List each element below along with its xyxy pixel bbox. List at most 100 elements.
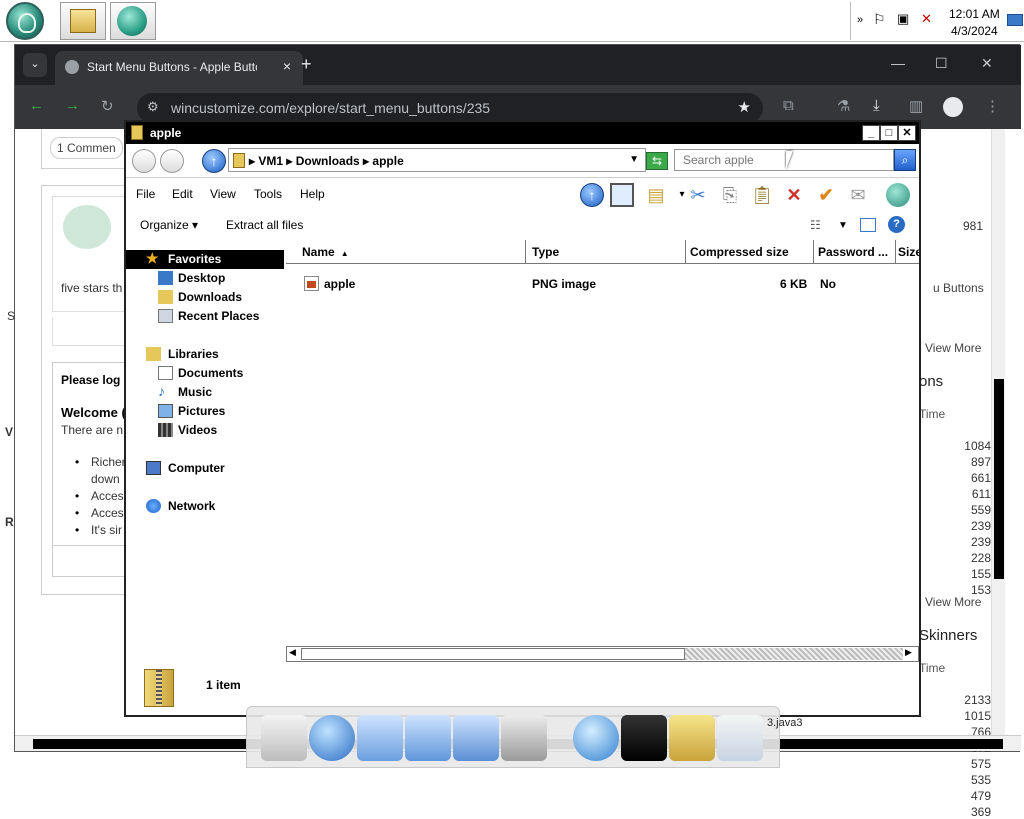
menu-help[interactable]: Help <box>300 187 325 201</box>
globe-icon[interactable] <box>886 183 910 207</box>
nav-downloads[interactable]: Downloads <box>126 288 284 307</box>
forward-icon[interactable]: → <box>65 97 80 114</box>
new-tab-icon[interactable]: + <box>301 54 312 75</box>
view-more-link[interactable]: View More <box>925 341 981 355</box>
page-vertical-scrollbar[interactable] <box>991 129 1005 735</box>
maximize-icon[interactable]: ☐ <box>935 55 948 72</box>
taskbar-browser-button[interactable] <box>110 2 156 40</box>
nav-desktop[interactable]: Desktop <box>126 269 284 288</box>
extensions-icon[interactable]: ⧉ <box>783 97 794 114</box>
column-type[interactable]: Type <box>526 240 686 264</box>
taskbar-explorer-button[interactable] <box>60 2 106 40</box>
back-button[interactable] <box>132 149 156 173</box>
dock-recycle-bin-icon[interactable] <box>717 715 763 761</box>
bookmark-star-icon[interactable]: ★ <box>738 98 751 116</box>
scroll-track[interactable] <box>685 648 903 660</box>
preview-pane-icon[interactable] <box>610 183 634 207</box>
mail-icon[interactable]: ✉ <box>846 183 870 207</box>
clock-time[interactable]: 12:01 AM <box>949 7 1000 21</box>
table-row[interactable]: apple PNG image 6 KB No <box>286 274 919 294</box>
close-button[interactable]: ✕ <box>898 125 916 141</box>
up-arrow-icon[interactable]: ↑ <box>580 183 604 207</box>
organize-button[interactable]: Organize ▾ <box>140 218 198 232</box>
dock-network-globe-icon[interactable] <box>573 715 619 761</box>
preview-pane-icon[interactable] <box>860 218 876 232</box>
reload-icon[interactable]: ↻ <box>101 97 114 115</box>
side-panel-icon[interactable]: ▥ <box>909 97 923 115</box>
scroll-thumb[interactable] <box>994 379 1004 579</box>
nav-network[interactable]: Network <box>126 497 284 516</box>
close-icon[interactable]: ✕ <box>981 55 993 72</box>
forward-button[interactable] <box>160 149 184 173</box>
nav-music[interactable]: ♪ Music <box>126 383 284 402</box>
file-name[interactable]: apple <box>324 277 355 291</box>
url-text[interactable]: wincustomize.com/explore/start_menu_butt… <box>171 100 490 116</box>
chevron-down-icon[interactable]: ▼ <box>629 154 639 165</box>
delete-icon[interactable]: ✕ <box>782 183 806 207</box>
cut-icon[interactable]: ✂ <box>686 183 710 207</box>
nav-computer[interactable]: Computer <box>126 459 284 478</box>
menu-tools[interactable]: Tools <box>254 187 282 201</box>
clock-date[interactable]: 4/3/2024 <box>951 24 998 38</box>
scroll-left-icon[interactable]: ◀ <box>289 647 296 658</box>
labs-icon[interactable]: ⚗ <box>837 97 850 115</box>
help-icon[interactable]: ? <box>888 216 905 233</box>
dock-music-folder-icon[interactable] <box>405 715 451 761</box>
window-titlebar[interactable]: apple _ □ ✕ <box>126 122 919 144</box>
column-compressed-size[interactable]: Compressed size <box>686 240 814 264</box>
dock-tools-icon[interactable] <box>501 715 547 761</box>
download-icon[interactable]: ⤓ <box>873 97 880 114</box>
checkmark-icon[interactable]: ✔ <box>814 183 838 207</box>
dock-wand-icon[interactable] <box>669 715 715 761</box>
search-box[interactable] <box>674 149 894 171</box>
site-info-icon[interactable]: ⚙ <box>147 99 159 115</box>
column-size[interactable]: Size <box>896 240 919 264</box>
view-more-link[interactable]: View More <box>925 595 981 609</box>
search-input[interactable] <box>675 150 865 170</box>
tab-search-icon[interactable]: ⌄ <box>23 53 47 77</box>
maximize-button[interactable]: □ <box>880 125 898 141</box>
column-name[interactable]: Name ▲ <box>286 240 526 264</box>
address-bar[interactable]: ⚙ wincustomize.com/explore/start_menu_bu… <box>137 93 763 123</box>
back-icon[interactable]: ← <box>29 97 44 114</box>
menu-file[interactable]: File <box>136 187 155 201</box>
volume-muted-icon[interactable]: ✕ <box>921 11 932 27</box>
list-horizontal-scrollbar[interactable]: ◀ ▶ <box>286 646 919 662</box>
profile-avatar-icon[interactable] <box>943 97 963 117</box>
dock-globe-mail-icon[interactable] <box>309 715 355 761</box>
menu-edit[interactable]: Edit <box>172 187 193 201</box>
extract-all-button[interactable]: Extract all files <box>226 218 303 232</box>
address-bar[interactable]: ▸ VM1 ▸ Downloads ▸ apple ▼ <box>228 148 646 172</box>
nav-documents[interactable]: Documents <box>126 364 284 383</box>
flag-icon[interactable]: ⚐ <box>873 11 886 28</box>
nav-libraries[interactable]: Libraries <box>126 345 284 364</box>
dock-folder-icon[interactable] <box>357 715 403 761</box>
view-options-icon[interactable]: ☷ <box>810 218 821 232</box>
dock-pictures-folder-icon[interactable] <box>453 715 499 761</box>
refresh-icon[interactable]: ⇆ <box>646 152 668 170</box>
show-desktop-icon[interactable] <box>1007 14 1023 26</box>
comments-button[interactable]: 1 Commen <box>50 137 123 159</box>
minimize-button[interactable]: _ <box>862 125 880 141</box>
copy-icon[interactable]: ⎘ <box>718 183 742 207</box>
dock-tshirt-icon[interactable] <box>621 715 667 761</box>
chevron-down-icon[interactable]: ▼ <box>838 220 848 231</box>
minimize-icon[interactable]: — <box>891 55 905 71</box>
scroll-thumb[interactable] <box>301 648 685 660</box>
nav-recent-places[interactable]: Recent Places <box>126 307 284 326</box>
nav-pictures[interactable]: Pictures <box>126 402 284 421</box>
tab-active[interactable]: Start Menu Buttons - Apple Button × <box>55 51 303 85</box>
folder-options-icon[interactable]: ▤ <box>644 183 668 207</box>
dock-documents-icon[interactable] <box>261 715 307 761</box>
start-button[interactable] <box>4 2 46 40</box>
paste-icon[interactable]: 📋︎ <box>750 183 774 207</box>
column-password[interactable]: Password ... <box>814 240 896 264</box>
menu-view[interactable]: View <box>210 187 236 201</box>
up-arrow-icon[interactable]: ↑ <box>202 149 226 173</box>
search-icon[interactable]: ⌕ <box>894 149 916 171</box>
network-icon[interactable]: ▣ <box>897 11 909 27</box>
nav-videos[interactable]: Videos <box>126 421 284 440</box>
nav-favorites[interactable]: ★ Favorites <box>126 250 284 269</box>
menu-kebab-icon[interactable]: ⋮ <box>985 97 1000 115</box>
tab-close-icon[interactable]: × <box>283 58 291 74</box>
